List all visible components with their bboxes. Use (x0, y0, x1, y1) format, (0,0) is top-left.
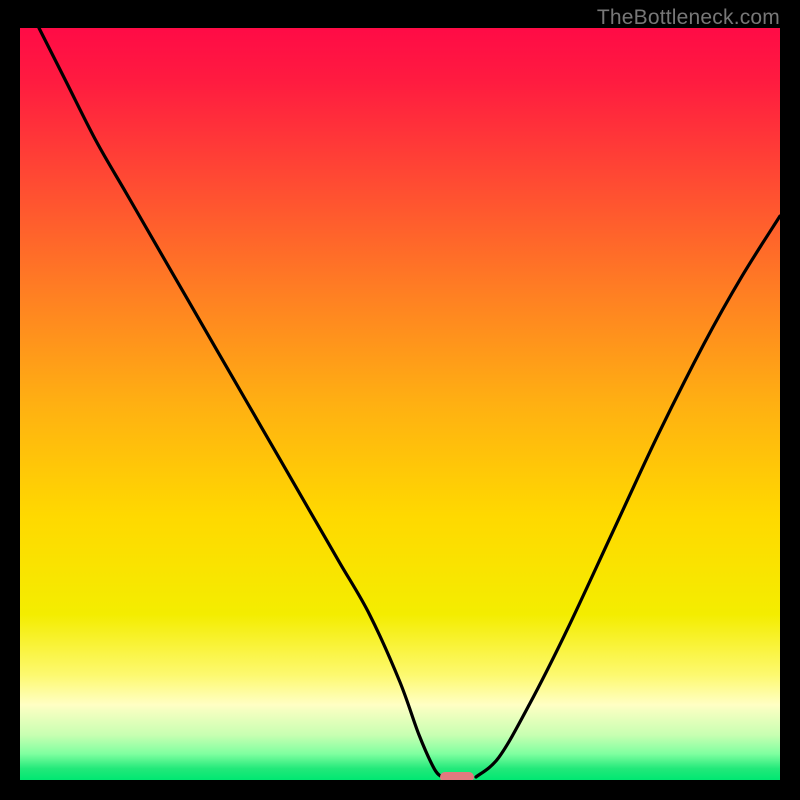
plot-area (20, 28, 780, 780)
watermark-text: TheBottleneck.com (597, 6, 780, 30)
background-gradient (20, 28, 780, 780)
chart-frame: TheBottleneck.com (0, 0, 800, 800)
optimal-marker (440, 772, 474, 780)
